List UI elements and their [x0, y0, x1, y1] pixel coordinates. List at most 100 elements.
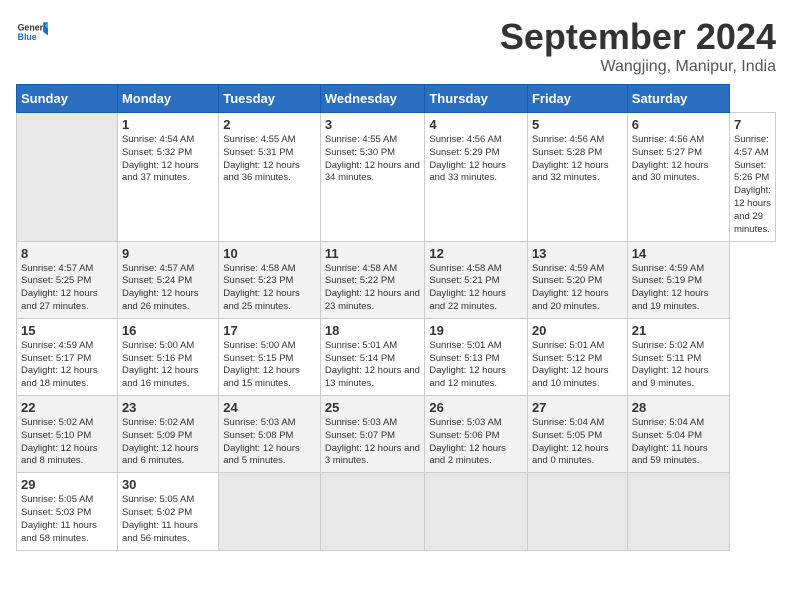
day-number: 2 — [223, 117, 316, 132]
day-number: 8 — [21, 246, 113, 261]
day-detail: Sunrise: 4:58 AMSunset: 5:23 PMDaylight:… — [223, 263, 316, 314]
col-friday: Friday — [527, 85, 627, 113]
table-row: 6 Sunrise: 4:56 AMSunset: 5:27 PMDaylight… — [627, 113, 729, 242]
table-row: 10 Sunrise: 4:58 AMSunset: 5:23 PMDayligh… — [219, 241, 321, 318]
day-number: 30 — [122, 477, 214, 492]
table-row: 22 Sunrise: 5:02 AMSunset: 5:10 PMDayligh… — [17, 396, 118, 473]
day-number: 12 — [429, 246, 523, 261]
day-number: 21 — [632, 323, 725, 338]
col-saturday: Saturday — [627, 85, 729, 113]
day-detail: Sunrise: 5:03 AMSunset: 5:06 PMDaylight:… — [429, 417, 523, 468]
day-number: 17 — [223, 323, 316, 338]
table-row: 23 Sunrise: 5:02 AMSunset: 5:09 PMDayligh… — [117, 396, 218, 473]
table-row: 8 Sunrise: 4:57 AMSunset: 5:25 PMDaylight… — [17, 241, 118, 318]
day-detail: Sunrise: 5:00 AMSunset: 5:16 PMDaylight:… — [122, 340, 214, 391]
table-row: 15Sunrise: 4:59 AMSunset: 5:17 PMDayligh… — [17, 318, 118, 395]
table-row: 3Sunrise: 4:55 AMSunset: 5:30 PMDaylight… — [320, 113, 425, 242]
col-sunday: Sunday — [17, 85, 118, 113]
page-header: General Blue September 2024 Wangjing, Ma… — [16, 16, 776, 76]
day-number: 28 — [632, 400, 725, 415]
calendar-table: Sunday Monday Tuesday Wednesday Thursday… — [16, 84, 776, 551]
table-row — [320, 473, 425, 550]
day-detail: Sunrise: 4:58 AMSunset: 5:22 PMDaylight:… — [325, 263, 421, 314]
day-detail: Sunrise: 5:05 AMSunset: 5:02 PMDaylight:… — [122, 494, 214, 545]
table-row: 5Sunrise: 4:56 AMSunset: 5:28 PMDaylight… — [527, 113, 627, 242]
day-number: 16 — [122, 323, 214, 338]
day-detail: Sunrise: 5:03 AMSunset: 5:07 PMDaylight:… — [325, 417, 421, 468]
day-number: 23 — [122, 400, 214, 415]
table-row: 24Sunrise: 5:03 AMSunset: 5:08 PMDayligh… — [219, 396, 321, 473]
day-detail: Sunrise: 5:01 AMSunset: 5:14 PMDaylight:… — [325, 340, 421, 391]
location: Wangjing, Manipur, India — [500, 58, 776, 76]
table-row: 13 Sunrise: 4:59 AMSunset: 5:20 PMDayligh… — [527, 241, 627, 318]
col-wednesday: Wednesday — [320, 85, 425, 113]
header-row: Sunday Monday Tuesday Wednesday Thursday… — [17, 85, 776, 113]
day-number: 22 — [21, 400, 113, 415]
table-row: 21 Sunrise: 5:02 AMSunset: 5:11 PMDayligh… — [627, 318, 729, 395]
table-row — [627, 473, 729, 550]
svg-text:Blue: Blue — [18, 32, 37, 42]
table-row — [425, 473, 528, 550]
table-row: 16 Sunrise: 5:00 AMSunset: 5:16 PMDayligh… — [117, 318, 218, 395]
title-block: September 2024 Wangjing, Manipur, India — [500, 16, 776, 76]
table-row: 17 Sunrise: 5:00 AMSunset: 5:15 PMDayligh… — [219, 318, 321, 395]
table-row: 11Sunrise: 4:58 AMSunset: 5:22 PMDayligh… — [320, 241, 425, 318]
day-detail: Sunrise: 5:02 AMSunset: 5:10 PMDaylight:… — [21, 417, 113, 468]
table-row: 12Sunrise: 4:58 AMSunset: 5:21 PMDayligh… — [425, 241, 528, 318]
table-row: 28 Sunrise: 5:04 AMSunset: 5:04 PMDayligh… — [627, 396, 729, 473]
table-row: 14 Sunrise: 4:59 AMSunset: 5:19 PMDayligh… — [627, 241, 729, 318]
day-detail: Sunrise: 4:59 AMSunset: 5:20 PMDaylight:… — [532, 263, 623, 314]
calendar-row: 15Sunrise: 4:59 AMSunset: 5:17 PMDayligh… — [17, 318, 776, 395]
day-detail: Sunrise: 5:00 AMSunset: 5:15 PMDaylight:… — [223, 340, 316, 391]
table-row — [17, 113, 118, 242]
day-number: 6 — [632, 117, 725, 132]
day-number: 14 — [632, 246, 725, 261]
calendar-row: 22 Sunrise: 5:02 AMSunset: 5:10 PMDayligh… — [17, 396, 776, 473]
table-row: 18 Sunrise: 5:01 AMSunset: 5:14 PMDayligh… — [320, 318, 425, 395]
day-detail: Sunrise: 4:55 AMSunset: 5:31 PMDaylight:… — [223, 134, 316, 185]
day-detail: Sunrise: 5:02 AMSunset: 5:09 PMDaylight:… — [122, 417, 214, 468]
day-detail: Sunrise: 5:05 AMSunset: 5:03 PMDaylight:… — [21, 494, 113, 545]
day-detail: Sunrise: 4:56 AMSunset: 5:28 PMDaylight:… — [532, 134, 623, 185]
day-number: 9 — [122, 246, 214, 261]
day-number: 29 — [21, 477, 113, 492]
day-detail: Sunrise: 5:04 AMSunset: 5:04 PMDaylight:… — [632, 417, 725, 468]
month-title: September 2024 — [500, 16, 776, 58]
table-row: 4Sunrise: 4:56 AMSunset: 5:29 PMDaylight… — [425, 113, 528, 242]
calendar-row: 1 Sunrise: 4:54 AMSunset: 5:32 PMDaylight… — [17, 113, 776, 242]
table-row — [219, 473, 321, 550]
table-row: 29 Sunrise: 5:05 AMSunset: 5:03 PMDayligh… — [17, 473, 118, 550]
day-number: 18 — [325, 323, 421, 338]
day-detail: Sunrise: 4:54 AMSunset: 5:32 PMDaylight:… — [122, 134, 214, 185]
table-row: 9 Sunrise: 4:57 AMSunset: 5:24 PMDaylight… — [117, 241, 218, 318]
day-number: 4 — [429, 117, 523, 132]
table-row: 19Sunrise: 5:01 AMSunset: 5:13 PMDayligh… — [425, 318, 528, 395]
table-row: 7 Sunrise: 4:57 AMSunset: 5:26 PMDaylight… — [729, 113, 775, 242]
day-detail: Sunrise: 4:56 AMSunset: 5:27 PMDaylight:… — [632, 134, 725, 185]
day-detail: Sunrise: 5:01 AMSunset: 5:12 PMDaylight:… — [532, 340, 623, 391]
day-number: 3 — [325, 117, 421, 132]
col-monday: Monday — [117, 85, 218, 113]
logo-icon: General Blue — [16, 16, 48, 48]
day-number: 10 — [223, 246, 316, 261]
day-number: 1 — [122, 117, 214, 132]
calendar-row: 29 Sunrise: 5:05 AMSunset: 5:03 PMDayligh… — [17, 473, 776, 550]
logo: General Blue — [16, 16, 48, 48]
table-row — [527, 473, 627, 550]
day-detail: Sunrise: 4:57 AMSunset: 5:26 PMDaylight:… — [734, 134, 771, 237]
col-thursday: Thursday — [425, 85, 528, 113]
day-number: 25 — [325, 400, 421, 415]
day-detail: Sunrise: 4:57 AMSunset: 5:25 PMDaylight:… — [21, 263, 113, 314]
day-number: 7 — [734, 117, 771, 132]
day-detail: Sunrise: 4:57 AMSunset: 5:24 PMDaylight:… — [122, 263, 214, 314]
table-row: 20 Sunrise: 5:01 AMSunset: 5:12 PMDayligh… — [527, 318, 627, 395]
table-row: 27Sunrise: 5:04 AMSunset: 5:05 PMDayligh… — [527, 396, 627, 473]
day-number: 20 — [532, 323, 623, 338]
table-row: 26Sunrise: 5:03 AMSunset: 5:06 PMDayligh… — [425, 396, 528, 473]
day-detail: Sunrise: 4:59 AMSunset: 5:19 PMDaylight:… — [632, 263, 725, 314]
day-number: 15 — [21, 323, 113, 338]
table-row: 25 Sunrise: 5:03 AMSunset: 5:07 PMDayligh… — [320, 396, 425, 473]
day-detail: Sunrise: 5:02 AMSunset: 5:11 PMDaylight:… — [632, 340, 725, 391]
table-row: 2 Sunrise: 4:55 AMSunset: 5:31 PMDaylight… — [219, 113, 321, 242]
day-number: 13 — [532, 246, 623, 261]
